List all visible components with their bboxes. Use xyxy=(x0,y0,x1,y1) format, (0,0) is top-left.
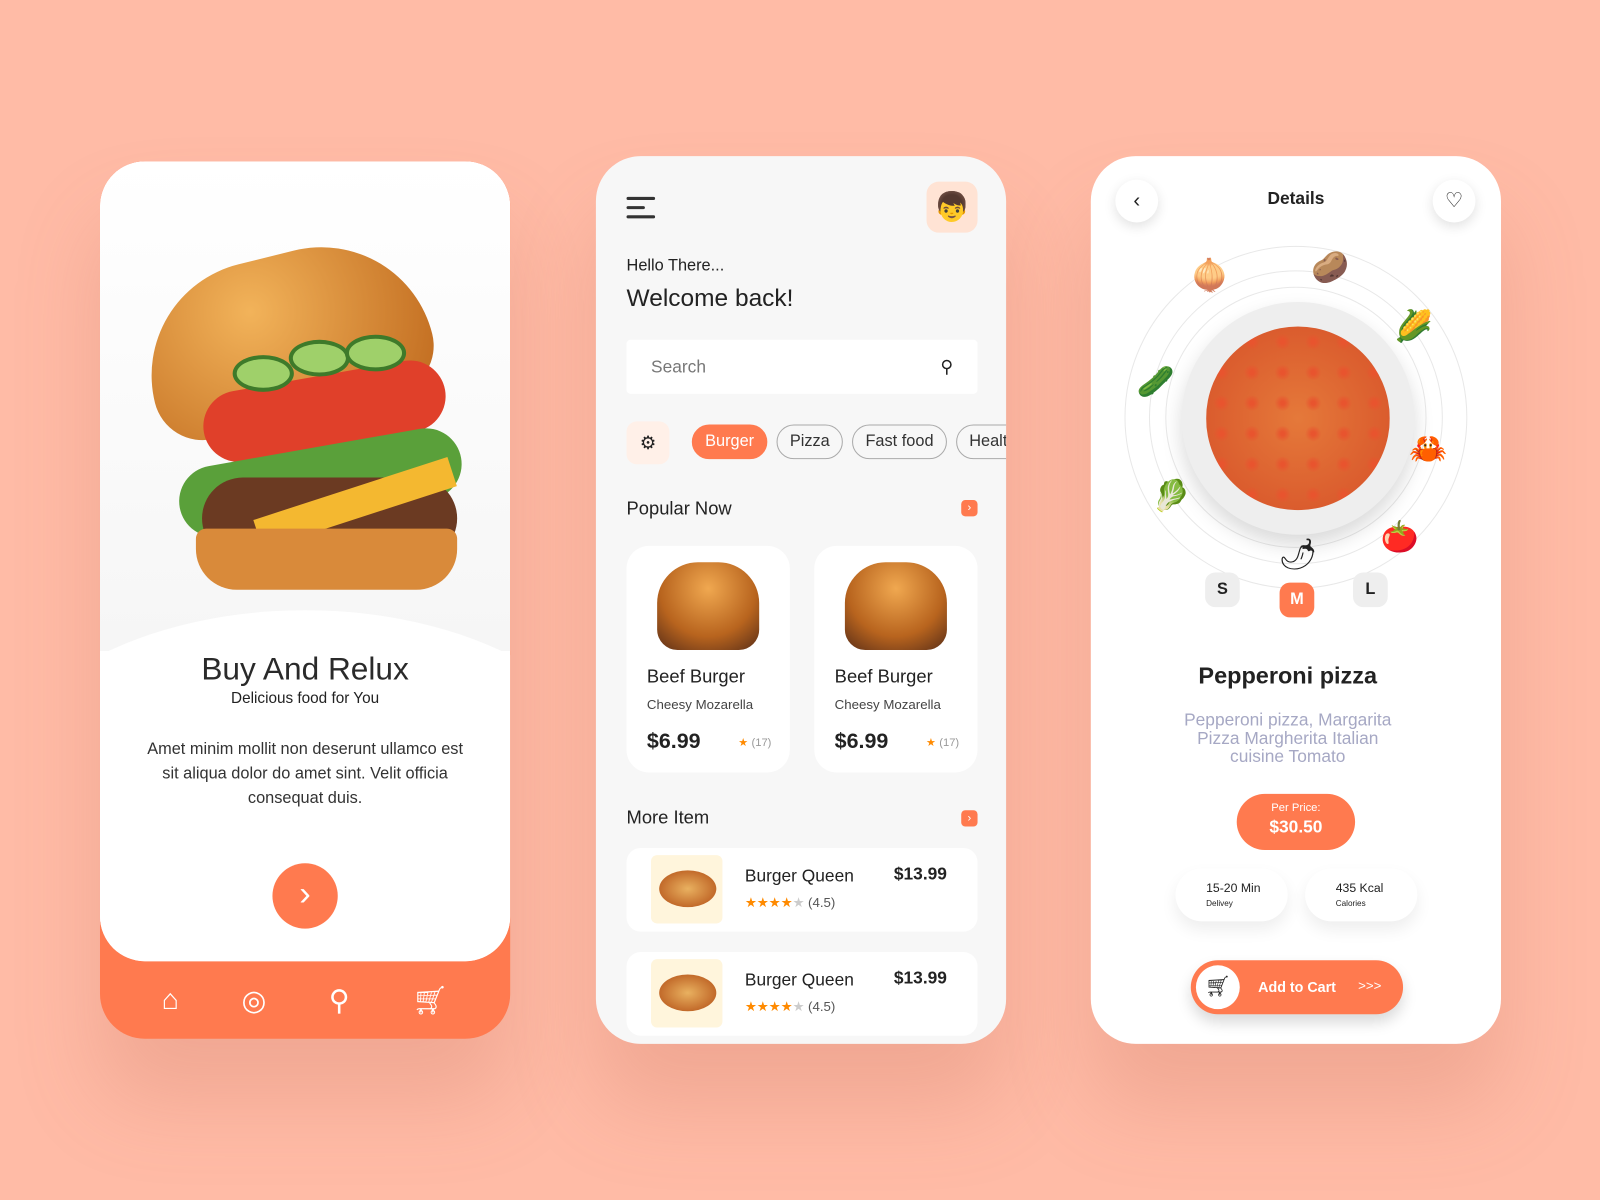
welcome-title: Welcome back! xyxy=(626,284,794,313)
onboarding-card: Buy And Relux Delicious food for You Ame… xyxy=(99,161,511,962)
heart-icon: ♡ xyxy=(1444,189,1464,213)
chili-icon: 🌶 xyxy=(1278,537,1318,572)
burger-image xyxy=(657,562,760,650)
rating-value: (4.5) xyxy=(808,998,836,1015)
rating-value: (4.5) xyxy=(808,894,836,911)
pizza-image xyxy=(651,959,723,1028)
greeting: Hello There... xyxy=(626,257,725,275)
cart-icon: 🛒︎ xyxy=(1195,965,1240,1010)
item-subtitle: Cheesy Mozarella xyxy=(834,696,941,713)
review-count: (17) xyxy=(751,736,772,749)
search-icon[interactable]: ⚲ xyxy=(329,983,350,1017)
size-l[interactable]: L xyxy=(1353,572,1388,608)
onboarding-subtitle: Delicious food for You xyxy=(231,689,380,708)
item-name: Burger Queen xyxy=(744,970,854,990)
delivery-label: Delivey xyxy=(1206,898,1233,909)
product-description: Pepperoni pizza, Margarita Pizza Margher… xyxy=(1184,710,1392,767)
delivery-value: 15-20 Min xyxy=(1206,880,1261,895)
onboarding-description: Amet minim mollit non deserunt ullamco e… xyxy=(147,740,463,808)
category-pizza[interactable]: Pizza xyxy=(776,424,844,460)
calories-stat: 435 Kcal Calories xyxy=(1305,868,1418,922)
list-item[interactable]: Burger Queen $13.99 ★★★★★ (4.5) xyxy=(626,847,978,932)
cucumber-icon: 🥒 xyxy=(1136,365,1175,399)
avatar[interactable]: 👦 xyxy=(926,181,978,233)
corn-icon: 🌽 xyxy=(1394,310,1434,344)
review-count: (17) xyxy=(939,736,960,749)
category-burger[interactable]: Burger xyxy=(691,424,768,460)
item-price: $6.99 xyxy=(834,729,889,754)
item-price: $6.99 xyxy=(646,729,701,754)
search-placeholder: Search xyxy=(651,356,706,377)
popular-card[interactable]: Beef Burger Cheesy Mozarella $6.99 ★ (17… xyxy=(626,545,790,773)
star-icon: ★ xyxy=(738,736,749,749)
onion-icon: 🧅 xyxy=(1190,259,1229,293)
home-icon[interactable]: ⌂ xyxy=(162,984,179,1017)
price-value: $30.50 xyxy=(1269,817,1323,837)
search-icon[interactable]: ⚲ xyxy=(940,357,953,377)
more-title: More Item xyxy=(626,807,710,828)
menu-icon[interactable] xyxy=(626,196,656,225)
next-button[interactable]: › xyxy=(272,863,338,929)
popular-card[interactable]: Beef Burger Cheesy Mozarella $6.99 ★ (17… xyxy=(814,545,978,773)
item-subtitle: Cheesy Mozarella xyxy=(646,696,754,713)
category-fast-food[interactable]: Fast food xyxy=(852,424,947,460)
burger-image xyxy=(844,562,947,650)
details-screen: ‹ Details ♡ 🧅 🥔 🌽 🥒 🦀 🥬 🍅 🌶 S M L Pepper… xyxy=(1090,156,1502,1044)
item-name: Beef Burger xyxy=(646,666,745,687)
tomato-icon: 🍅 xyxy=(1380,520,1419,555)
home-screen: 👦 Hello There... Welcome back! Search ⚲ ⚙… xyxy=(595,156,1007,1044)
more-see-all-button[interactable]: › xyxy=(961,810,978,827)
filter-icon[interactable]: ⚙ xyxy=(626,421,670,465)
size-s[interactable]: S xyxy=(1205,572,1240,608)
chevron-right-icon: › xyxy=(299,874,311,914)
popular-see-all-button[interactable]: › xyxy=(961,499,978,517)
rating-stars: ★★★★ xyxy=(744,894,793,911)
pizza-image xyxy=(651,855,723,924)
profile-icon[interactable]: ◎ xyxy=(241,983,266,1017)
potato-icon: 🥔 xyxy=(1311,251,1350,285)
popular-title: Popular Now xyxy=(626,497,732,519)
rating-stars: ★★★★ xyxy=(744,998,793,1015)
chevrons-icon: >>> xyxy=(1358,977,1382,993)
list-item[interactable]: Burger Queen $13.99 ★★★★★ (4.5) xyxy=(626,952,978,1036)
crab-icon: 🦀 xyxy=(1409,432,1448,467)
item-name: Burger Queen xyxy=(744,866,854,886)
add-to-cart-button[interactable]: 🛒︎ Add to Cart >>> xyxy=(1190,960,1404,1015)
broccoli-icon: 🥬 xyxy=(1152,479,1191,514)
category-health[interactable]: Health xyxy=(955,424,1007,460)
size-m[interactable]: M xyxy=(1279,582,1315,618)
search-input[interactable]: Search ⚲ xyxy=(626,339,978,394)
delivery-stat: 15-20 Min Delivey xyxy=(1175,868,1288,922)
cart-icon[interactable]: 🛒︎ xyxy=(412,983,448,1017)
calories-value: 435 Kcal xyxy=(1335,880,1384,895)
favorite-button[interactable]: ♡ xyxy=(1432,179,1476,223)
burger-image xyxy=(99,161,511,652)
onboarding-screen: Buy And Relux Delicious food for You Ame… xyxy=(99,161,511,1039)
item-price: $13.99 xyxy=(893,968,947,988)
product-name: Pepperoni pizza xyxy=(1198,662,1378,689)
star-icon: ★ xyxy=(926,736,937,749)
item-name: Beef Burger xyxy=(834,666,933,687)
onboarding-title: Buy And Relux xyxy=(201,651,409,687)
price-label: Per Price: xyxy=(1271,802,1321,815)
price-badge: Per Price: $30.50 xyxy=(1236,793,1356,850)
add-to-cart-label: Add to Cart xyxy=(1258,978,1336,995)
calories-label: Calories xyxy=(1335,898,1366,909)
bottom-nav: ⌂ ◎ ⚲ 🛒︎ xyxy=(100,961,510,1039)
item-price: $13.99 xyxy=(893,864,947,884)
pizza-image xyxy=(1206,326,1390,511)
